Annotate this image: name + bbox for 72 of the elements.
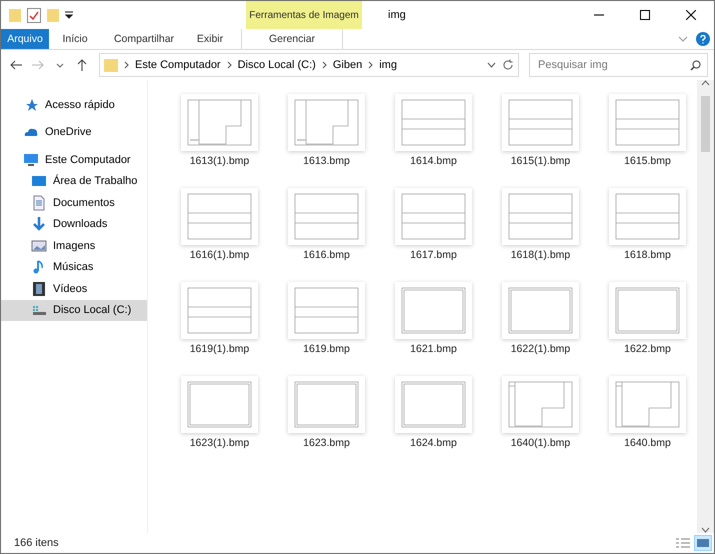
folder-icon [104, 58, 118, 72]
ribbon-tab[interactable]: Arquivo [1, 29, 49, 49]
sidebar-item[interactable]: Área de Trabalho [1, 170, 147, 192]
address-bar[interactable]: Este Computador Disco Local (C:) Giben img [99, 53, 519, 77]
file-name[interactable]: 1640(1).bmp [510, 437, 570, 449]
ribbon-tab[interactable]: Compartilhar [101, 29, 187, 49]
refresh-icon[interactable] [502, 59, 514, 71]
dropdown-icon[interactable] [65, 11, 73, 19]
sidebar-item[interactable]: Documentos [1, 192, 147, 214]
ribbon-tab[interactable]: Início [49, 29, 101, 49]
file-name[interactable]: 1618(1).bmp [510, 249, 570, 261]
file-name[interactable]: 1640.bmp [624, 437, 671, 449]
document-icon [31, 194, 47, 211]
item-count: 166 itens [14, 537, 59, 549]
monitor-icon [23, 152, 39, 168]
sidebar-item[interactable]: Imagens [1, 235, 147, 256]
file-name[interactable]: 1615.bmp [624, 155, 671, 167]
file-name[interactable]: 1616(1).bmp [190, 249, 250, 261]
file-name[interactable]: 1622(1).bmp [510, 343, 570, 355]
file-name[interactable]: 1616.bmp [303, 249, 350, 261]
maximize-icon[interactable] [640, 10, 650, 20]
details-view-icon[interactable] [676, 537, 690, 549]
down-arrow-icon [31, 216, 47, 232]
breadcrumb[interactable]: Disco Local (C:) [238, 59, 316, 71]
breadcrumb[interactable]: Giben [332, 59, 362, 71]
chevron-icon [124, 61, 129, 69]
film-icon [31, 280, 47, 297]
large-icons-view-icon[interactable] [694, 535, 712, 551]
chevron-icon [226, 61, 232, 69]
file-name[interactable]: 1624.bmp [410, 437, 457, 449]
file-name[interactable]: 1619.bmp [303, 343, 350, 355]
sidebar-item[interactable]: Vídeos [1, 278, 147, 300]
file-name[interactable]: 1615(1).bmp [510, 155, 570, 167]
scrollbar[interactable] [697, 80, 714, 533]
file-name[interactable]: 1619(1).bmp [190, 343, 250, 355]
scroll-down-icon[interactable] [701, 527, 710, 533]
sidebar-item[interactable]: Músicas [1, 256, 147, 278]
close-icon[interactable] [686, 10, 696, 20]
context-tab-label: Ferramentas de Imagem [246, 1, 362, 29]
file-name[interactable]: 1617.bmp [410, 249, 457, 261]
file-name[interactable]: 1621.bmp [410, 343, 457, 355]
checklist-icon[interactable] [27, 8, 41, 22]
sidebar-item[interactable]: Este Computador [1, 149, 147, 170]
chevron-icon [368, 61, 374, 69]
ribbon-tab[interactable]: Exibir [187, 29, 233, 49]
file-name[interactable]: 1623.bmp [303, 437, 350, 449]
file-name[interactable]: 1613(1).bmp [190, 155, 250, 167]
file-name[interactable]: 1614.bmp [410, 155, 457, 167]
sidebar-item[interactable]: Disco Local (C:) [1, 300, 147, 321]
file-name[interactable]: 1613.bmp [303, 155, 350, 167]
scrollbar-thumb[interactable] [701, 96, 710, 152]
search-icon [690, 60, 701, 70]
sidebar-item[interactable]: OneDrive [1, 122, 147, 143]
sidebar-item[interactable]: Acesso rápido [1, 94, 147, 116]
file-name[interactable]: 1622.bmp [624, 343, 671, 355]
file-name[interactable]: 1618.bmp [624, 249, 671, 261]
up-icon[interactable] [77, 59, 87, 71]
breadcrumb[interactable]: img [379, 59, 397, 71]
dropdown-icon[interactable] [487, 62, 496, 68]
chevron-icon [322, 61, 327, 69]
help-icon[interactable] [696, 32, 710, 46]
back-icon[interactable] [10, 60, 22, 70]
search-box[interactable]: Pesquisar img [529, 53, 708, 77]
caret-icon[interactable] [56, 62, 64, 68]
sidebar-item[interactable]: Downloads [1, 214, 147, 235]
expand-ribbon-icon[interactable] [678, 36, 688, 42]
breadcrumb[interactable]: Este Computador [135, 59, 221, 71]
image-icon [31, 238, 47, 254]
scroll-up-icon[interactable] [701, 80, 710, 86]
ribbon-tab[interactable]: Gerenciar [241, 29, 343, 49]
file-name[interactable]: 1623(1).bmp [190, 437, 250, 449]
window-title: img [388, 8, 406, 23]
